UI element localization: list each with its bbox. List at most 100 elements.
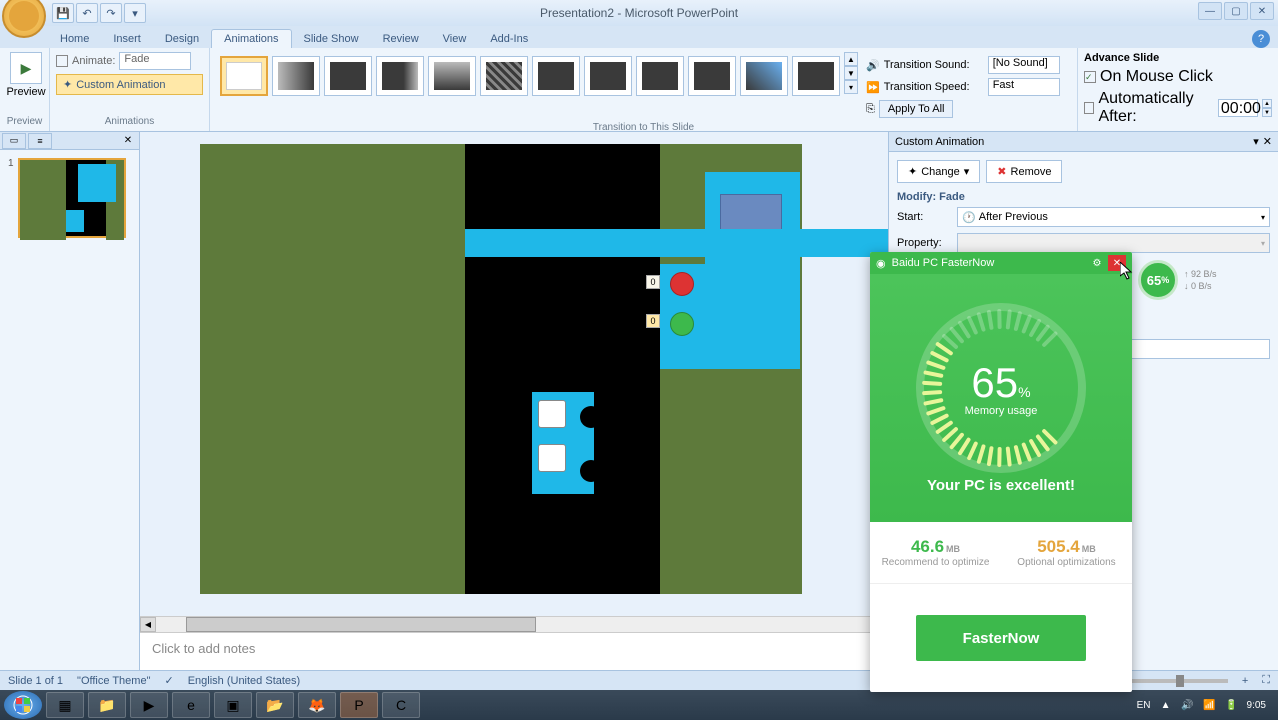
fasternow-button[interactable]: FasterNow <box>916 615 1086 661</box>
transition-item[interactable] <box>636 56 684 96</box>
baidu-settings-icon[interactable]: ⚙ <box>1088 255 1106 271</box>
language-indicator[interactable]: English (United States) <box>188 675 301 687</box>
task-item[interactable]: 📂 <box>256 692 294 718</box>
task-item[interactable]: C <box>382 692 420 718</box>
task-media[interactable]: ▶ <box>130 692 168 718</box>
red-circle[interactable] <box>670 272 694 296</box>
transition-item[interactable] <box>740 56 788 96</box>
transition-item[interactable] <box>272 56 320 96</box>
transition-item[interactable] <box>584 56 632 96</box>
transition-item[interactable] <box>532 56 580 96</box>
battery-icon[interactable]: 🔋 <box>1225 698 1239 712</box>
task-powerpoint[interactable]: P <box>340 692 378 718</box>
scroll-thumb[interactable] <box>186 617 536 632</box>
custom-animation-button[interactable]: ✦ Custom Animation <box>56 74 203 95</box>
advance-label: Advance Slide <box>1084 52 1272 64</box>
task-ie[interactable]: e <box>172 692 210 718</box>
animate-label: Animate: <box>72 55 115 67</box>
transition-item[interactable] <box>324 56 372 96</box>
transition-item[interactable] <box>792 56 840 96</box>
tab-addins[interactable]: Add-Ins <box>478 30 540 48</box>
spellcheck-icon[interactable]: ✓ <box>164 674 173 687</box>
speaker-icon: 🔊 <box>866 59 880 72</box>
tab-animations[interactable]: Animations <box>211 29 291 48</box>
transition-item[interactable] <box>688 56 736 96</box>
tray-lang[interactable]: EN <box>1137 700 1151 711</box>
baidu-gauge: 65% Memory usage Your PC is excellent! <box>870 274 1132 522</box>
qat-more-icon[interactable]: ▾ <box>124 3 146 23</box>
on-click-label: On Mouse Click <box>1100 68 1213 86</box>
baidu-float-widget[interactable]: 65% ↑ 92 B/s ↓ 0 B/s <box>1138 260 1268 300</box>
tab-insert[interactable]: Insert <box>101 30 153 48</box>
animate-checkbox[interactable] <box>56 55 68 67</box>
task-item[interactable]: ▣ <box>214 692 252 718</box>
time-down-icon[interactable]: ▼ <box>1262 108 1272 117</box>
zoom-in-icon[interactable]: + <box>1242 675 1248 687</box>
start-button[interactable] <box>4 691 42 719</box>
animation-tag[interactable]: 0 <box>646 275 660 289</box>
undo-icon[interactable]: ↶ <box>76 3 98 23</box>
pane-dropdown-icon[interactable]: ▾ <box>1253 135 1259 148</box>
slide-thumbnail[interactable] <box>18 158 126 238</box>
task-explorer[interactable]: 📁 <box>88 692 126 718</box>
baidu-close-button[interactable]: ✕ <box>1108 255 1126 271</box>
animation-tag[interactable]: 0 <box>646 314 660 328</box>
tab-view[interactable]: View <box>431 30 479 48</box>
apply-icon: ⎘ <box>866 103 875 116</box>
baidu-stats: 46.6MB Recommend to optimize 505.4MB Opt… <box>870 522 1132 584</box>
panel-close-icon[interactable]: ✕ <box>121 134 135 148</box>
gallery-more-icon[interactable]: ▾ <box>844 80 858 94</box>
pane-close-icon[interactable]: ✕ <box>1263 135 1272 148</box>
transition-none[interactable] <box>220 56 268 96</box>
tray-up-icon[interactable]: ▲ <box>1159 698 1173 712</box>
volume-icon[interactable]: 🔊 <box>1181 698 1195 712</box>
gallery-down-icon[interactable]: ▼ <box>844 66 858 80</box>
preview-button[interactable]: Preview <box>6 52 46 98</box>
help-icon[interactable]: ? <box>1252 30 1270 48</box>
tab-slideshow[interactable]: Slide Show <box>292 30 371 48</box>
slide-number: 1 <box>8 158 14 169</box>
gallery-up-icon[interactable]: ▲ <box>844 52 858 66</box>
redo-icon[interactable]: ↷ <box>100 3 122 23</box>
remove-button[interactable]: ✖ Remove <box>986 160 1062 183</box>
scroll-left-icon[interactable]: ◀ <box>140 617 156 632</box>
slides-tab[interactable]: ▭ <box>2 133 26 149</box>
zoom-slider[interactable] <box>1128 679 1228 683</box>
theme-indicator: "Office Theme" <box>77 675 150 687</box>
outline-tab[interactable]: ≡ <box>28 133 52 149</box>
time-up-icon[interactable]: ▲ <box>1262 99 1272 108</box>
notes-pane[interactable]: Click to add notes <box>140 632 888 672</box>
start-dropdown[interactable]: 🕐 After Previous ▾ <box>957 207 1270 227</box>
system-tray: EN ▲ 🔊 📶 🔋 9:05 <box>1137 698 1274 712</box>
tab-home[interactable]: Home <box>48 30 101 48</box>
trans-sound-dropdown[interactable]: [No Sound] <box>988 56 1060 74</box>
apply-to-all-button[interactable]: Apply To All <box>879 100 954 118</box>
transition-item[interactable] <box>376 56 424 96</box>
fit-icon[interactable]: ⛶ <box>1262 674 1270 687</box>
slide-indicator: Slide 1 of 1 <box>8 675 63 687</box>
slide-canvas[interactable]: 0 0 <box>200 144 802 594</box>
green-circle[interactable] <box>670 312 694 336</box>
save-icon[interactable]: 💾 <box>52 3 74 23</box>
maximize-button[interactable]: ▢ <box>1224 2 1248 20</box>
task-firefox[interactable]: 🦊 <box>298 692 336 718</box>
horizontal-scrollbar[interactable]: ◀ ▶ <box>140 616 888 632</box>
network-icon[interactable]: 📶 <box>1203 698 1217 712</box>
float-memory-circle[interactable]: 65% <box>1138 260 1178 300</box>
auto-after-checkbox[interactable] <box>1084 102 1094 114</box>
on-click-checkbox[interactable] <box>1084 71 1096 83</box>
auto-time-input[interactable]: 00:00 <box>1218 99 1258 117</box>
tab-review[interactable]: Review <box>371 30 431 48</box>
transition-item[interactable] <box>480 56 528 96</box>
play-icon <box>10 52 42 84</box>
tab-design[interactable]: Design <box>153 30 211 48</box>
transition-item[interactable] <box>428 56 476 96</box>
minimize-button[interactable]: — <box>1198 2 1222 20</box>
change-button[interactable]: ✦ Change ▾ <box>897 160 980 183</box>
task-item[interactable]: ▦ <box>46 692 84 718</box>
close-button[interactable]: ✕ <box>1250 2 1274 20</box>
baidu-title: Baidu PC FasterNow <box>892 257 995 269</box>
car-window <box>538 444 566 472</box>
animate-dropdown[interactable]: Fade <box>119 52 191 70</box>
trans-speed-dropdown[interactable]: Fast <box>988 78 1060 96</box>
